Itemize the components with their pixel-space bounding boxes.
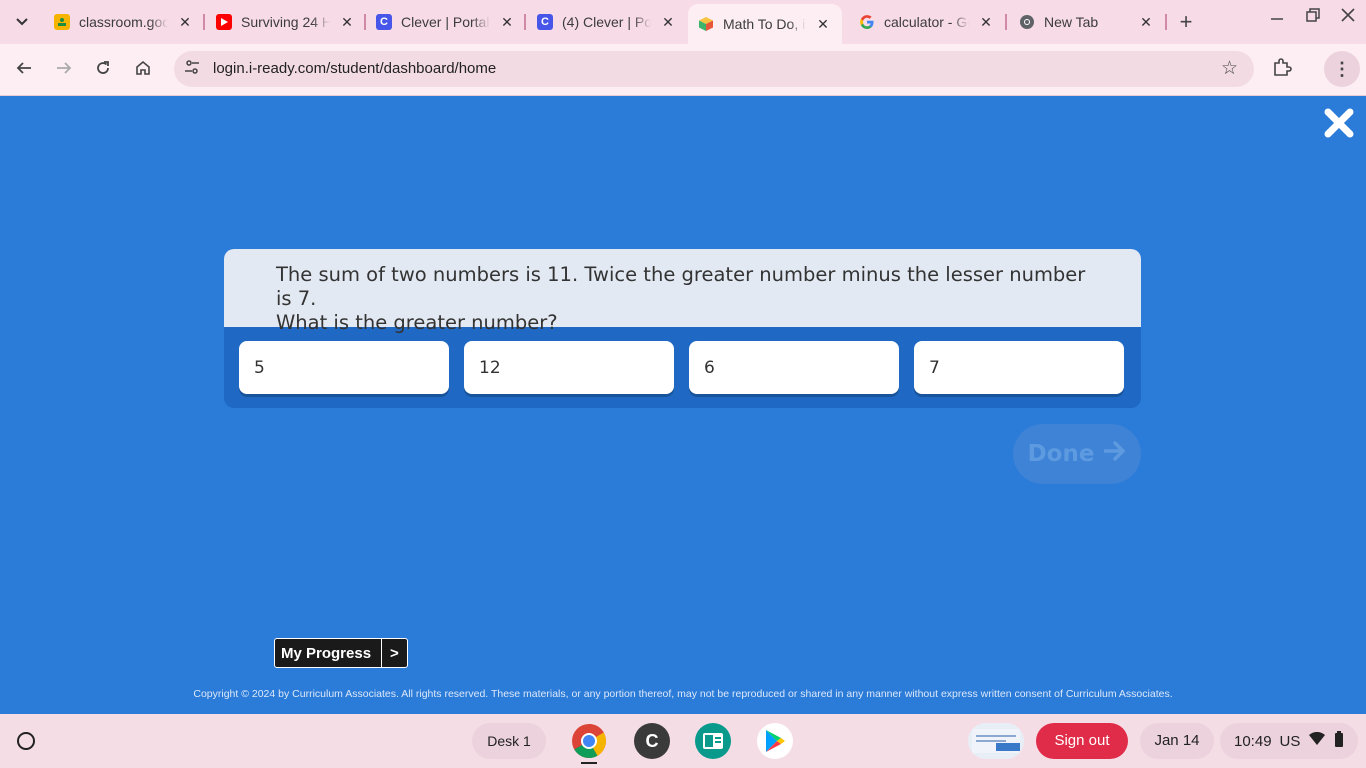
close-tab-icon[interactable]: ✕ <box>176 14 194 31</box>
close-tab-icon[interactable]: ✕ <box>498 14 516 31</box>
tab-iready-active[interactable]: Math To Do, i-Ready ✕ <box>688 4 842 44</box>
close-window-icon[interactable] <box>1341 8 1355 27</box>
tab-divider <box>203 14 205 30</box>
my-progress-button[interactable]: My Progress > <box>274 638 408 668</box>
launcher-circle-icon[interactable] <box>17 732 35 750</box>
tab-title: classroom.google.com <box>79 14 168 30</box>
question-prompt: The sum of two numbers is 11. Twice the … <box>224 249 1141 334</box>
clever-icon: C <box>537 14 553 30</box>
classroom-icon <box>54 14 70 30</box>
url-text[interactable]: login.i-ready.com/student/dashboard/home <box>213 60 496 77</box>
tab-clever-portal-4[interactable]: C (4) Clever | Portal ✕ <box>527 6 687 38</box>
iready-cube-icon <box>698 16 714 32</box>
my-progress-label: My Progress <box>275 639 383 667</box>
question-line-2: What is the greater number? <box>276 311 558 334</box>
youtube-icon <box>216 14 232 30</box>
arrow-right-icon <box>1103 441 1126 467</box>
clock-time: 10:49 <box>1234 732 1272 750</box>
desk-switcher[interactable]: Desk 1 <box>472 723 546 759</box>
forward-arrow-icon[interactable] <box>50 56 78 84</box>
iready-lesson-page: The sum of two numbers is 11. Twice the … <box>0 96 1366 714</box>
locale-indicator: US <box>1279 732 1301 750</box>
tab-clever-portal[interactable]: C Clever | Portal ✕ <box>366 6 526 38</box>
my-progress-arrow: > <box>390 645 399 662</box>
done-label: Done <box>1027 441 1095 467</box>
sign-out-button[interactable]: Sign out <box>1036 723 1128 759</box>
extensions-puzzle-icon[interactable] <box>1272 57 1292 82</box>
tab-title: calculator - Google Search <box>884 14 969 30</box>
google-icon <box>859 14 875 30</box>
classroom-app-icon[interactable] <box>695 723 731 759</box>
restore-icon[interactable] <box>1306 8 1320 27</box>
bookmark-star-icon[interactable]: ☆ <box>1221 57 1238 80</box>
tab-strip: classroom.google.com ✕ Surviving 24 Hour… <box>0 0 1366 44</box>
home-icon[interactable] <box>129 56 157 84</box>
kebab-menu-icon[interactable]: ⋮ <box>1324 51 1360 87</box>
battery-icon <box>1334 731 1344 751</box>
answer-choices: 5 12 6 7 <box>239 341 1124 394</box>
tab-youtube[interactable]: Surviving 24 Hours ✕ <box>206 6 366 38</box>
tab-divider <box>1165 14 1167 30</box>
answer-choice-2[interactable]: 12 <box>464 341 674 394</box>
tab-divider <box>1005 14 1007 30</box>
copyright-notice: Copyright © 2024 by Curriculum Associate… <box>193 688 1173 700</box>
answer-choice-1[interactable]: 5 <box>239 341 449 394</box>
browser-toolbar: login.i-ready.com/student/dashboard/home… <box>0 44 1366 96</box>
question-line-1: The sum of two numbers is 11. Twice the … <box>276 263 1086 310</box>
address-bar[interactable]: login.i-ready.com/student/dashboard/home… <box>174 51 1254 87</box>
close-tab-icon[interactable]: ✕ <box>1137 14 1155 31</box>
wifi-icon <box>1308 731 1326 750</box>
tab-divider <box>524 14 526 30</box>
new-tab-plus-icon[interactable]: + <box>1174 10 1198 34</box>
c-app-icon[interactable]: C <box>634 723 670 759</box>
clever-icon: C <box>376 14 392 30</box>
answer-choice-3[interactable]: 6 <box>689 341 899 394</box>
tab-calculator-search[interactable]: calculator - Google Search ✕ <box>849 6 1005 38</box>
answer-choice-4[interactable]: 7 <box>914 341 1124 394</box>
chrome-icon <box>1019 14 1035 30</box>
tab-classroom[interactable]: classroom.google.com ✕ <box>44 6 204 38</box>
tab-title: New Tab <box>1044 14 1099 30</box>
tab-title: Surviving 24 Hours <box>241 14 330 30</box>
tab-search-chevron-icon[interactable] <box>8 8 36 36</box>
close-tab-icon[interactable]: ✕ <box>814 16 832 33</box>
close-tab-icon[interactable]: ✕ <box>659 14 677 31</box>
tab-title: Math To Do, i-Ready <box>723 16 806 32</box>
chromeos-shelf: Desk 1 C Sign out Jan 14 10:49 US <box>0 714 1366 768</box>
tote-thumbnail-icon[interactable] <box>968 723 1024 759</box>
tab-new-tab[interactable]: New Tab ✕ <box>1009 6 1165 38</box>
tab-title: Clever | Portal <box>401 14 490 30</box>
date-tray[interactable]: Jan 14 <box>1140 723 1214 759</box>
site-settings-icon[interactable] <box>182 59 202 79</box>
close-lesson-icon[interactable] <box>1322 106 1356 140</box>
active-app-indicator <box>581 762 597 764</box>
status-tray[interactable]: 10:49 US <box>1220 723 1358 759</box>
reload-icon[interactable] <box>89 56 117 84</box>
minimize-icon[interactable] <box>1270 8 1284 27</box>
tab-title: (4) Clever | Portal <box>562 14 651 30</box>
question-card: The sum of two numbers is 11. Twice the … <box>224 249 1141 408</box>
done-button[interactable]: Done <box>1013 424 1141 484</box>
close-tab-icon[interactable]: ✕ <box>977 14 995 31</box>
chrome-app-icon[interactable] <box>571 723 607 759</box>
back-arrow-icon[interactable] <box>10 56 38 84</box>
play-store-icon[interactable] <box>757 723 793 759</box>
close-tab-icon[interactable]: ✕ <box>338 14 356 31</box>
